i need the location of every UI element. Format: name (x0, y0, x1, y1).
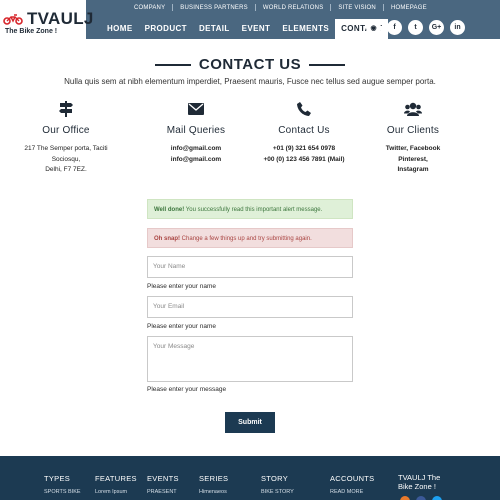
divider (154, 63, 191, 66)
users-icon (358, 100, 468, 118)
top-nav-world-relations[interactable]: WORLD RELATIONS (256, 5, 331, 11)
footer-heading: STORY (261, 474, 289, 483)
submit-button[interactable]: Submit (225, 412, 275, 433)
linkedin-icon[interactable]: in (450, 20, 465, 35)
footer-heading: FEATURES (95, 474, 137, 483)
envelope-icon (141, 100, 251, 118)
footer-social-icon[interactable] (416, 496, 426, 500)
top-nav-business-partners[interactable]: BUSINESS PARTNERS (173, 5, 255, 11)
danger-alert-text: Change a few things up and try submittin… (180, 236, 312, 242)
info-phone-number: +01 (9) 321 654 0978 (272, 145, 336, 152)
info-clients: Our Clients Twitter, Facebook Pinterest,… (358, 100, 468, 176)
danger-alert-strong: Oh snap! (154, 236, 181, 242)
footer-col-events: EVENTS PRAESENT (147, 474, 179, 495)
contact-title-row: CONTACT US (0, 56, 500, 73)
info-office-line: Sociosqu, (51, 155, 81, 163)
nav-event[interactable]: EVENT (236, 19, 277, 39)
rss-icon[interactable]: ◉ (366, 20, 381, 35)
email-help-text: Please enter your name (147, 323, 217, 330)
top-nav-homepage[interactable]: HOMEPAGE (384, 5, 434, 11)
footer-brand-line: Bike Zone ! (398, 482, 436, 491)
info-office-line: 217 The Semper porta, Taciti (24, 145, 108, 152)
message-textarea[interactable]: Your Message (147, 336, 353, 382)
top-nav: COMPANY BUSINESS PARTNERS WORLD RELATION… (127, 4, 434, 11)
nav-product[interactable]: PRODUCT (139, 19, 193, 39)
footer-col-features: FEATURES Lorem Ipsum (95, 474, 137, 495)
nav-detail[interactable]: DETAIL (193, 19, 236, 39)
info-office-title: Our Office (42, 125, 90, 136)
success-alert-strong: Well done! (154, 207, 185, 213)
info-phone-number: +00 (0) 123 456 7891 (Mail) (263, 155, 345, 163)
brand-tagline: The Bike Zone ! (5, 28, 58, 35)
footer-col-story: STORY BIKE STORY (261, 474, 294, 495)
name-input[interactable]: Your Name (147, 256, 353, 278)
brand-name: TVAULJ (27, 9, 94, 28)
name-help-text: Please enter your name (147, 283, 217, 290)
footer-brand-line: TVAULJ The (398, 473, 441, 482)
footer-col-types: TYPES SPORTS BIKE (44, 474, 81, 495)
info-clients-line: Instagram (397, 166, 429, 173)
logo[interactable]: TVAULJ The Bike Zone ! (0, 0, 93, 39)
info-mail-title: Mail Queries (166, 125, 226, 136)
message-help-text: Please enter your message (147, 386, 227, 393)
page-subtitle: Nulla quis sem at nibh elementum imperdi… (64, 77, 436, 86)
site-footer: TYPES SPORTS BIKE FEATURES Lorem Ipsum E… (0, 456, 500, 500)
footer-link[interactable]: SPORTS BIKE (44, 489, 81, 495)
footer-col-accounts: ACCOUNTS READ MORE (330, 474, 375, 495)
social-links: ◉ f t G+ in (366, 20, 471, 35)
footer-social-icon[interactable] (400, 496, 410, 500)
footer-col-series: SERIES Himenaeos (199, 474, 228, 495)
facebook-icon[interactable]: f (387, 20, 402, 35)
site-header: TVAULJ The Bike Zone ! COMPANY BUSINESS … (0, 0, 500, 39)
info-phone-title: Contact Us (278, 125, 330, 136)
footer-social-icon[interactable] (432, 496, 442, 500)
footer-social-icons (400, 496, 448, 500)
footer-heading: SERIES (199, 474, 229, 483)
footer-link[interactable]: Lorem Ipsum (95, 489, 137, 495)
footer-heading: EVENTS (147, 474, 179, 483)
signpost-icon (11, 100, 121, 118)
info-mail: Mail Queries info@gmail.com info@gmail.c… (141, 100, 251, 165)
info-mail-email[interactable]: info@gmail.com (141, 144, 251, 155)
motorbike-icon (3, 14, 23, 25)
top-nav-site-vision[interactable]: SITE VISION (331, 5, 383, 11)
info-office-line: Delhi, F7 7EZ. (45, 166, 87, 173)
success-alert: Well done! You successfully read this im… (147, 199, 353, 219)
nav-home[interactable]: HOME (101, 19, 139, 39)
danger-alert: Oh snap! Change a few things up and try … (147, 228, 353, 248)
google-plus-icon[interactable]: G+ (429, 20, 444, 35)
success-alert-text: You successfully read this important ale… (184, 207, 323, 213)
footer-link[interactable]: Himenaeos (199, 489, 228, 495)
info-clients-line: Pinterest, (398, 155, 428, 163)
footer-heading: TYPES (44, 474, 71, 483)
top-nav-company[interactable]: COMPANY (127, 5, 172, 11)
twitter-icon[interactable]: t (408, 20, 423, 35)
footer-link[interactable]: PRAESENT (147, 489, 179, 495)
footer-heading: ACCOUNTS (330, 474, 375, 483)
info-office: Our Office 217 The Semper porta, Taciti … (11, 100, 121, 176)
info-phone: Contact Us +01 (9) 321 654 0978 +00 (0) … (249, 100, 359, 165)
footer-link[interactable]: BIKE STORY (261, 489, 294, 495)
info-clients-line: Twitter, Facebook (385, 145, 441, 152)
footer-brand: TVAULJ The Bike Zone ! (398, 473, 440, 491)
main-nav: HOME PRODUCT DETAIL EVENT ELEMENTS CONTA… (101, 19, 389, 39)
footer-link[interactable]: READ MORE (330, 489, 375, 495)
phone-icon (249, 100, 359, 118)
divider (309, 63, 346, 66)
page-title: CONTACT US (198, 56, 302, 73)
email-input[interactable]: Your Email (147, 296, 353, 318)
nav-elements[interactable]: ELEMENTS (276, 19, 335, 39)
info-clients-title: Our Clients (386, 125, 440, 136)
info-mail-email[interactable]: info@gmail.com (141, 155, 251, 166)
